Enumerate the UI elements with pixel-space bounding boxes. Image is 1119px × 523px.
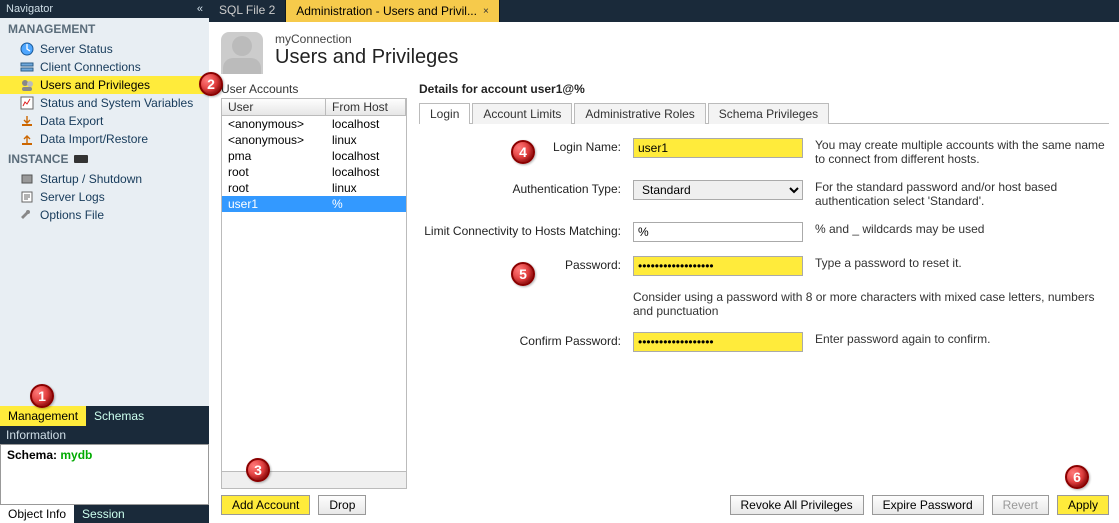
col-user[interactable]: User — [222, 99, 326, 115]
info-value: mydb — [60, 448, 92, 462]
navigator-sidebar: Navigator « MANAGEMENT Server Status Cli… — [0, 0, 209, 523]
hint-password: Type a password to reset it. — [815, 256, 1105, 270]
input-confirm-password[interactable] — [633, 332, 803, 352]
input-login-name[interactable] — [633, 138, 803, 158]
server-status-icon — [20, 42, 34, 56]
doctab-admin-users[interactable]: Administration - Users and Privil... × — [286, 0, 500, 22]
details-title: Details for account user1@% — [419, 82, 1109, 96]
info-label: Schema: — [7, 448, 57, 462]
nav-users-privileges[interactable]: Users and Privileges 2 — [0, 76, 209, 94]
nav-startup-shutdown[interactable]: Startup / Shutdown — [0, 170, 209, 188]
power-icon — [20, 172, 34, 186]
tab-account-limits[interactable]: Account Limits — [472, 103, 572, 124]
user-avatar-icon — [221, 32, 263, 74]
apply-button[interactable]: Apply — [1057, 495, 1109, 515]
hint-host-match: % and _ wildcards may be used — [815, 222, 1105, 236]
nav-server-logs[interactable]: Server Logs — [0, 188, 209, 206]
drop-account-button[interactable]: Drop — [318, 495, 366, 515]
account-row[interactable]: rootlinux — [222, 180, 406, 196]
close-icon[interactable]: × — [483, 6, 489, 17]
account-row[interactable]: <anonymous>localhost — [222, 116, 406, 132]
label-password: Password: — [423, 256, 621, 272]
wrench-icon — [20, 208, 34, 222]
hint-login-name: You may create multiple accounts with th… — [815, 138, 1105, 166]
account-row[interactable]: rootlocalhost — [222, 164, 406, 180]
label-host-match: Limit Connectivity to Hosts Matching: — [423, 222, 621, 238]
import-icon — [20, 132, 34, 146]
account-row[interactable]: <anonymous>linux — [222, 132, 406, 148]
bottomtab-object-info[interactable]: Object Info — [0, 505, 74, 523]
label-login-name: Login Name: — [423, 138, 621, 154]
label-auth-type: Authentication Type: — [423, 180, 621, 196]
nav-status-vars[interactable]: Status and System Variables — [0, 94, 209, 112]
information-header: Information — [0, 426, 209, 444]
tab-admin-roles[interactable]: Administrative Roles — [574, 103, 705, 124]
password-note: Consider using a password with 8 or more… — [633, 290, 1105, 318]
hint-auth-type: For the standard password and/or host ba… — [815, 180, 1105, 208]
user-accounts-table: User From Host <anonymous>localhost <ano… — [221, 98, 407, 472]
nav-options-file[interactable]: Options File — [0, 206, 209, 224]
col-host[interactable]: From Host — [326, 99, 406, 115]
navtab-management[interactable]: Management — [0, 406, 86, 426]
navigator-collapse-icon[interactable]: « — [197, 3, 203, 15]
nav-server-status[interactable]: Server Status — [0, 40, 209, 58]
expire-password-button[interactable]: Expire Password — [872, 495, 984, 515]
add-account-button[interactable]: Add Account — [221, 495, 310, 515]
page-title: Users and Privileges — [275, 46, 458, 69]
tab-schema-privs[interactable]: Schema Privileges — [708, 103, 829, 124]
instance-icon — [74, 152, 88, 166]
logs-icon — [20, 190, 34, 204]
input-password[interactable] — [633, 256, 803, 276]
select-auth-type[interactable]: Standard — [633, 180, 803, 200]
table-scrollbar[interactable]: 3 — [221, 472, 407, 489]
tab-login[interactable]: Login — [419, 103, 470, 124]
details-tabs: Login Account Limits Administrative Role… — [419, 102, 1109, 124]
user-accounts-label: User Accounts — [221, 82, 407, 96]
information-box: Schema: mydb — [0, 444, 209, 505]
badge-1: 1 — [30, 384, 54, 408]
status-vars-icon — [20, 96, 34, 110]
navigator-title: Navigator — [6, 3, 53, 15]
bottomtab-session[interactable]: Session — [74, 505, 133, 523]
connections-icon — [20, 60, 34, 74]
label-confirm-password: Confirm Password: — [423, 332, 621, 348]
group-management: MANAGEMENT — [0, 18, 209, 40]
nav-data-export[interactable]: Data Export — [0, 112, 209, 130]
connection-name: myConnection — [275, 32, 458, 46]
doctab-sql-file[interactable]: SQL File 2 — [209, 0, 286, 22]
navigator-header: Navigator « — [0, 0, 209, 18]
revert-button[interactable]: Revert — [992, 495, 1049, 515]
export-icon — [20, 114, 34, 128]
account-row[interactable]: user1% — [222, 196, 406, 212]
users-icon — [20, 78, 34, 92]
document-tabs: SQL File 2 Administration - Users and Pr… — [209, 0, 1119, 22]
nav-data-import[interactable]: Data Import/Restore — [0, 130, 209, 148]
navtab-schemas[interactable]: Schemas — [86, 406, 152, 426]
input-host-match[interactable] — [633, 222, 803, 242]
nav-client-connections[interactable]: Client Connections — [0, 58, 209, 76]
hint-confirm-password: Enter password again to confirm. — [815, 332, 1105, 346]
group-instance: INSTANCE — [0, 148, 209, 170]
account-row[interactable]: pmalocalhost — [222, 148, 406, 164]
revoke-privileges-button[interactable]: Revoke All Privileges — [730, 495, 864, 515]
